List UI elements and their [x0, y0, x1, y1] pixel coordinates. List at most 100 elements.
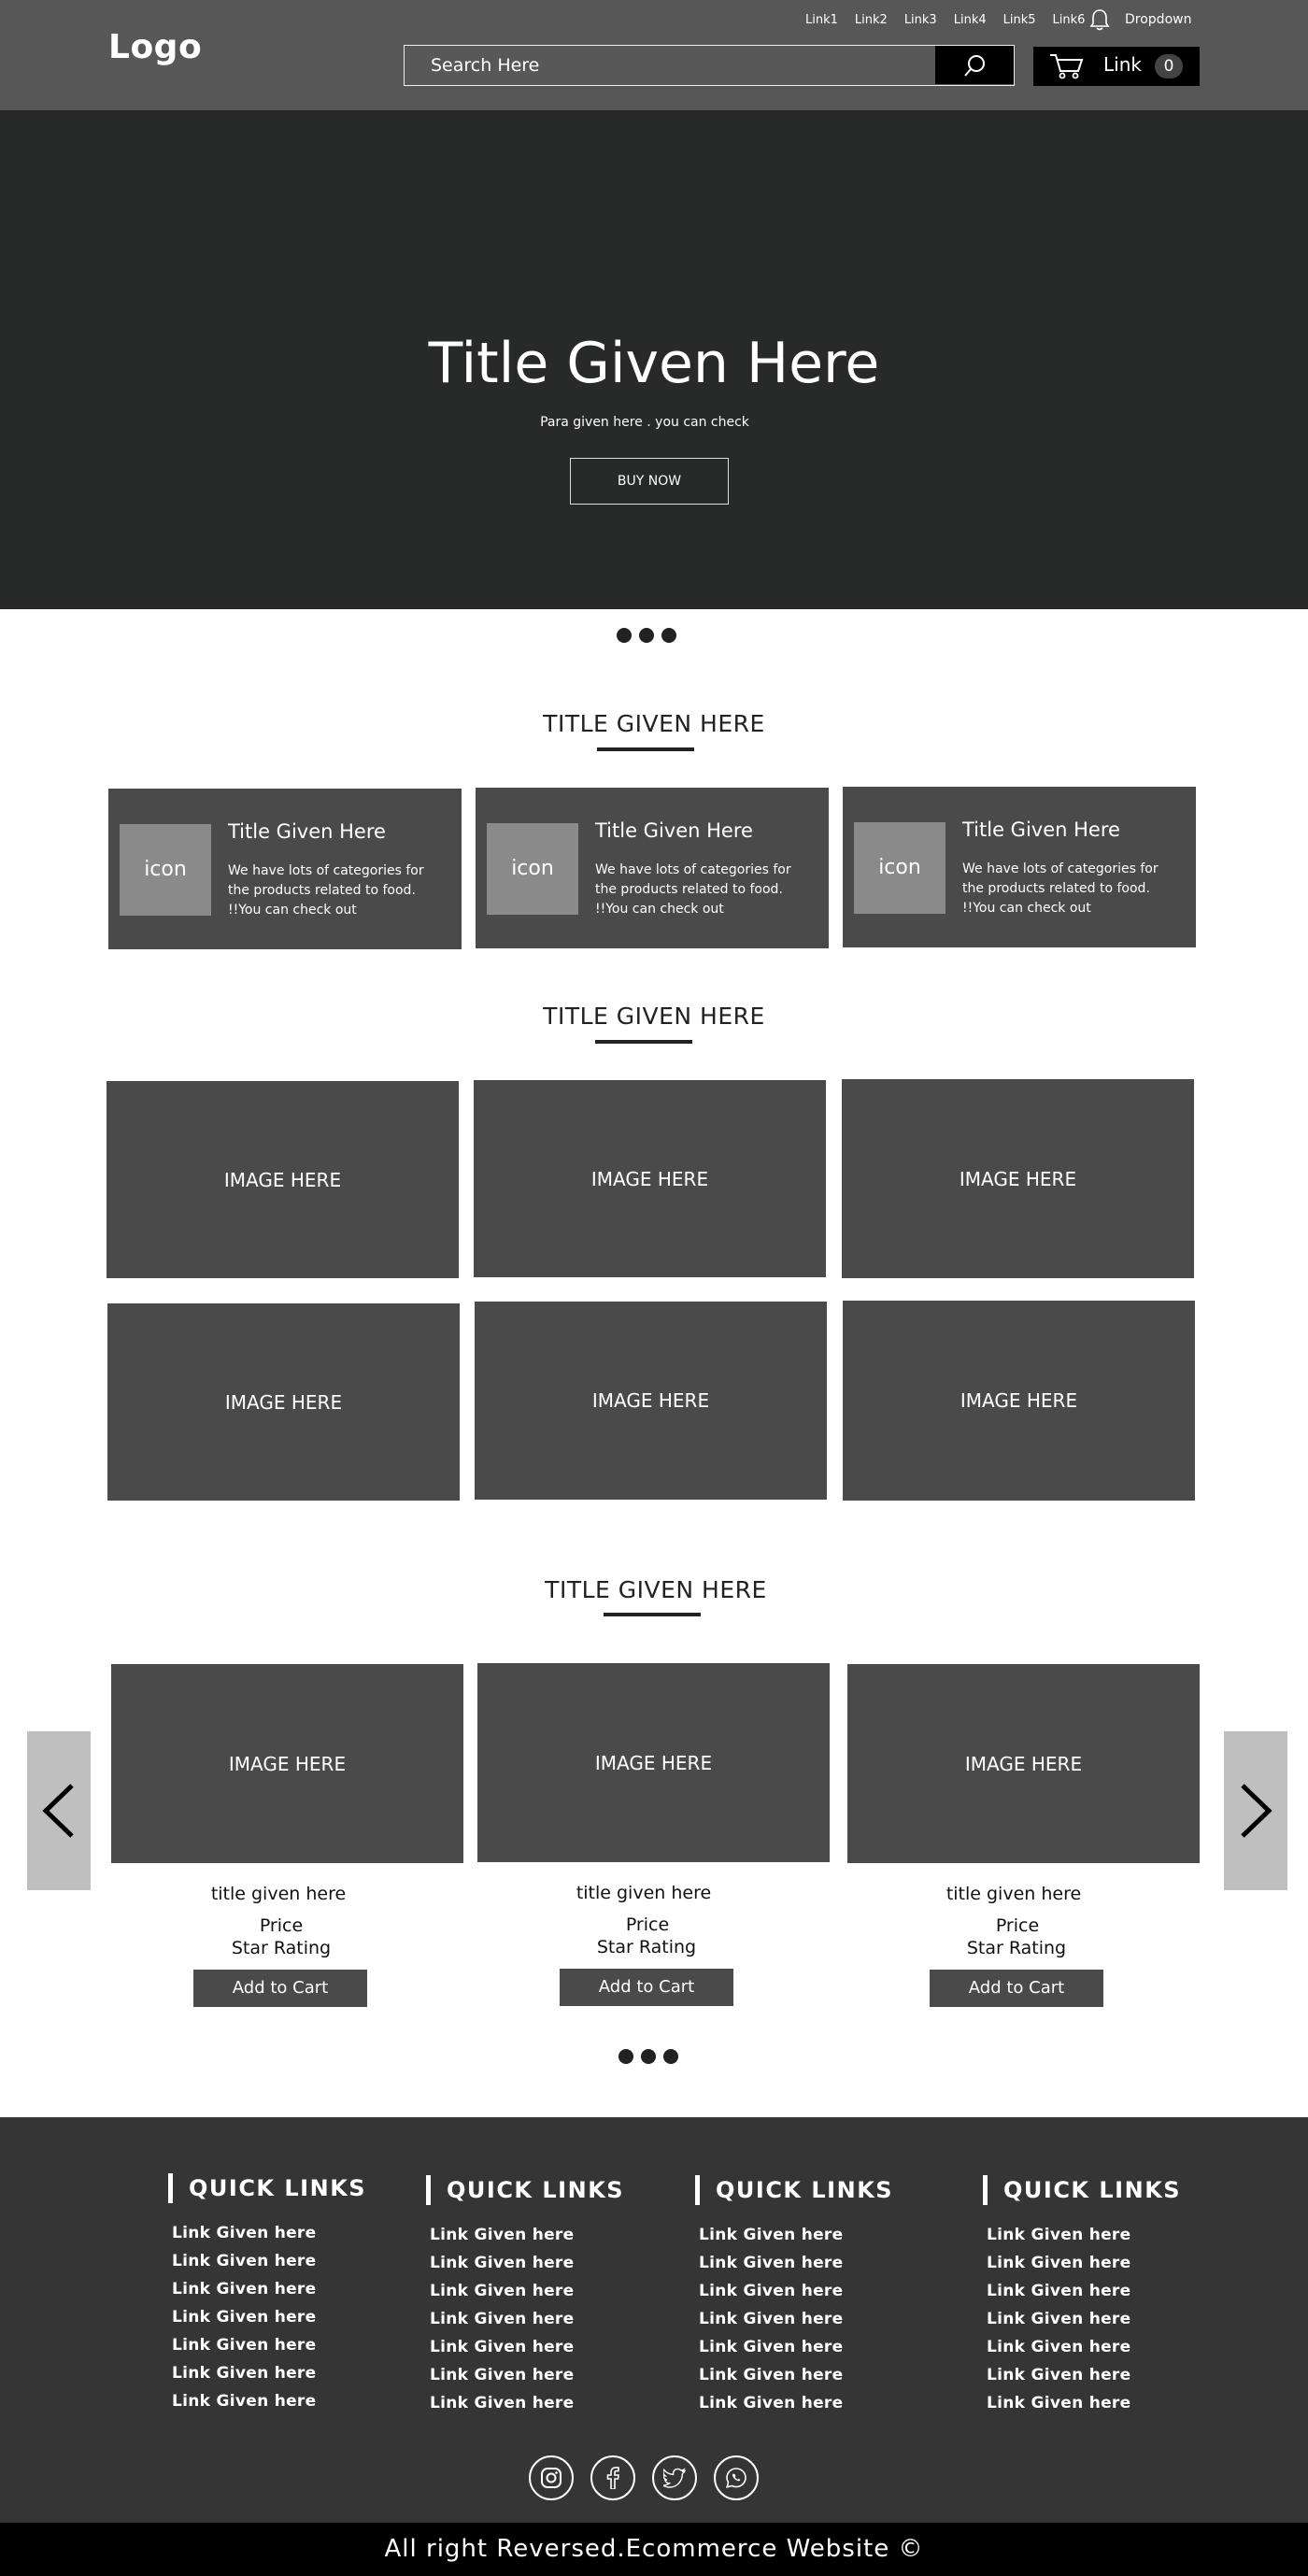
footer-link[interactable]: Link Given here	[172, 2280, 366, 2308]
twitter-link[interactable]	[652, 2455, 697, 2500]
hero-title: Title Given Here	[428, 331, 880, 396]
gallery-image[interactable]: IMAGE HERE	[107, 1303, 460, 1501]
footer-column: QUICK LINKS Link Given here Link Given h…	[983, 2175, 1181, 2422]
footer-link[interactable]: Link Given here	[172, 2308, 366, 2336]
footer-link[interactable]: Link Given here	[172, 2224, 366, 2252]
footer-link[interactable]: Link Given here	[699, 2394, 893, 2422]
product-rating: Star Rating	[966, 1938, 1067, 1958]
footer-link[interactable]: Link Given here	[699, 2366, 893, 2394]
footer-link[interactable]: Link Given here	[430, 2282, 624, 2310]
footer-link[interactable]: Link Given here	[430, 2394, 624, 2422]
carousel-dot[interactable]	[661, 628, 676, 643]
footer-link[interactable]: Link Given here	[430, 2338, 624, 2366]
logo[interactable]: Logo	[108, 28, 202, 66]
whatsapp-icon	[726, 2468, 746, 2488]
footer-link[interactable]: Link Given here	[987, 2282, 1181, 2310]
footer-link[interactable]: Link Given here	[699, 2254, 893, 2282]
carousel-dot[interactable]	[639, 628, 654, 643]
top-link-5[interactable]: Link5	[1003, 13, 1036, 27]
search-input[interactable]: Search Here	[431, 55, 539, 76]
instagram-link[interactable]	[529, 2455, 574, 2500]
footer-link[interactable]: Link Given here	[430, 2310, 624, 2338]
footer-column: QUICK LINKS Link Given here Link Given h…	[695, 2175, 893, 2422]
footer-link[interactable]: Link Given here	[699, 2226, 893, 2254]
category-title: Title Given Here	[595, 819, 753, 842]
footer-link[interactable]: Link Given here	[172, 2336, 366, 2364]
site-footer: QUICK LINKS Link Given here Link Given h…	[0, 2117, 1308, 2523]
top-link-3[interactable]: Link3	[904, 13, 937, 27]
product-image[interactable]: IMAGE HERE	[111, 1664, 463, 1863]
gallery-image[interactable]: IMAGE HERE	[475, 1302, 827, 1500]
footer-link[interactable]: Link Given here	[987, 2226, 1181, 2254]
footer-link[interactable]: Link Given here	[430, 2366, 624, 2394]
top-link-2[interactable]: Link2	[855, 13, 888, 27]
gallery-image[interactable]: IMAGE HERE	[474, 1080, 826, 1277]
social-links	[529, 2455, 759, 2500]
dropdown-menu[interactable]: Dropdown	[1125, 12, 1191, 27]
facebook-link[interactable]	[590, 2455, 635, 2500]
footer-link[interactable]: Link Given here	[699, 2338, 893, 2366]
category-card[interactable]: icon Title Given Here We have lots of ca…	[108, 789, 462, 949]
copyright-bar: All right Reversed.Ecommerce Website ©	[0, 2523, 1308, 2576]
footer-link[interactable]: Link Given here	[987, 2366, 1181, 2394]
footer-heading: QUICK LINKS	[426, 2175, 624, 2205]
buy-now-button[interactable]: BUY NOW	[570, 458, 729, 505]
carousel-dot[interactable]	[641, 2049, 656, 2064]
product-price: Price	[259, 1915, 304, 1936]
product-image[interactable]: IMAGE HERE	[477, 1663, 830, 1862]
cart-button[interactable]: Link 0	[1033, 47, 1200, 86]
category-text: We have lots of categories for the produ…	[595, 862, 791, 917]
chevron-right-icon	[1241, 1784, 1272, 1838]
hero-carousel-dots	[617, 628, 676, 643]
cart-icon	[1050, 54, 1084, 79]
title-underline	[595, 1040, 692, 1044]
title-underline	[597, 747, 694, 751]
product-price: Price	[995, 1915, 1040, 1936]
footer-link[interactable]: Link Given here	[430, 2254, 624, 2282]
footer-column: QUICK LINKS Link Given here Link Given h…	[426, 2175, 624, 2422]
product-image[interactable]: IMAGE HERE	[847, 1664, 1200, 1863]
product-title[interactable]: title given here	[477, 1883, 810, 1903]
product-title[interactable]: title given here	[847, 1884, 1180, 1904]
bell-icon[interactable]	[1089, 7, 1110, 32]
top-link-1[interactable]: Link1	[805, 13, 838, 27]
search-button[interactable]	[935, 46, 1014, 84]
gallery-image[interactable]: IMAGE HERE	[842, 1079, 1194, 1278]
footer-link[interactable]: Link Given here	[987, 2310, 1181, 2338]
footer-link[interactable]: Link Given here	[172, 2364, 366, 2392]
category-card[interactable]: icon Title Given Here We have lots of ca…	[476, 788, 829, 948]
hero-paragraph: Para given here . you can check	[540, 415, 749, 430]
carousel-dot[interactable]	[663, 2049, 678, 2064]
search-bar[interactable]: Search Here	[404, 45, 1015, 86]
footer-link[interactable]: Link Given here	[987, 2394, 1181, 2422]
add-to-cart-button[interactable]: Add to Cart	[930, 1970, 1103, 2007]
carousel-prev-button[interactable]	[27, 1731, 91, 1890]
footer-link[interactable]: Link Given here	[172, 2392, 366, 2420]
carousel-next-button[interactable]	[1224, 1731, 1287, 1890]
category-card[interactable]: icon Title Given Here We have lots of ca…	[843, 787, 1196, 947]
product-title[interactable]: title given here	[111, 1884, 446, 1904]
footer-link[interactable]: Link Given here	[699, 2282, 893, 2310]
top-link-4[interactable]: Link4	[954, 13, 987, 27]
add-to-cart-button[interactable]: Add to Cart	[560, 1969, 733, 2006]
carousel-dot[interactable]	[618, 2049, 633, 2064]
top-link-6[interactable]: Link6	[1053, 13, 1086, 27]
gallery-image[interactable]: IMAGE HERE	[843, 1301, 1195, 1501]
footer-link[interactable]: Link Given here	[430, 2226, 624, 2254]
product-carousel-dots	[618, 2049, 678, 2064]
add-to-cart-button[interactable]: Add to Cart	[193, 1970, 367, 2007]
footer-link[interactable]: Link Given here	[987, 2254, 1181, 2282]
carousel-dot[interactable]	[617, 628, 632, 643]
product-rating: Star Rating	[596, 1937, 697, 1957]
whatsapp-link[interactable]	[714, 2455, 759, 2500]
products-title: TITLE GIVEN HERE	[545, 1576, 767, 1603]
chevron-left-icon	[42, 1784, 74, 1838]
product-rating: Star Rating	[231, 1938, 332, 1958]
footer-heading: QUICK LINKS	[695, 2175, 893, 2205]
top-links: Link1 Link2 Link3 Link4 Link5 Link6	[805, 13, 1102, 27]
gallery-image[interactable]: IMAGE HERE	[107, 1081, 459, 1278]
footer-link[interactable]: Link Given here	[699, 2310, 893, 2338]
footer-link[interactable]: Link Given here	[172, 2252, 366, 2280]
footer-link[interactable]: Link Given here	[987, 2338, 1181, 2366]
footer-column: QUICK LINKS Link Given here Link Given h…	[168, 2173, 366, 2420]
